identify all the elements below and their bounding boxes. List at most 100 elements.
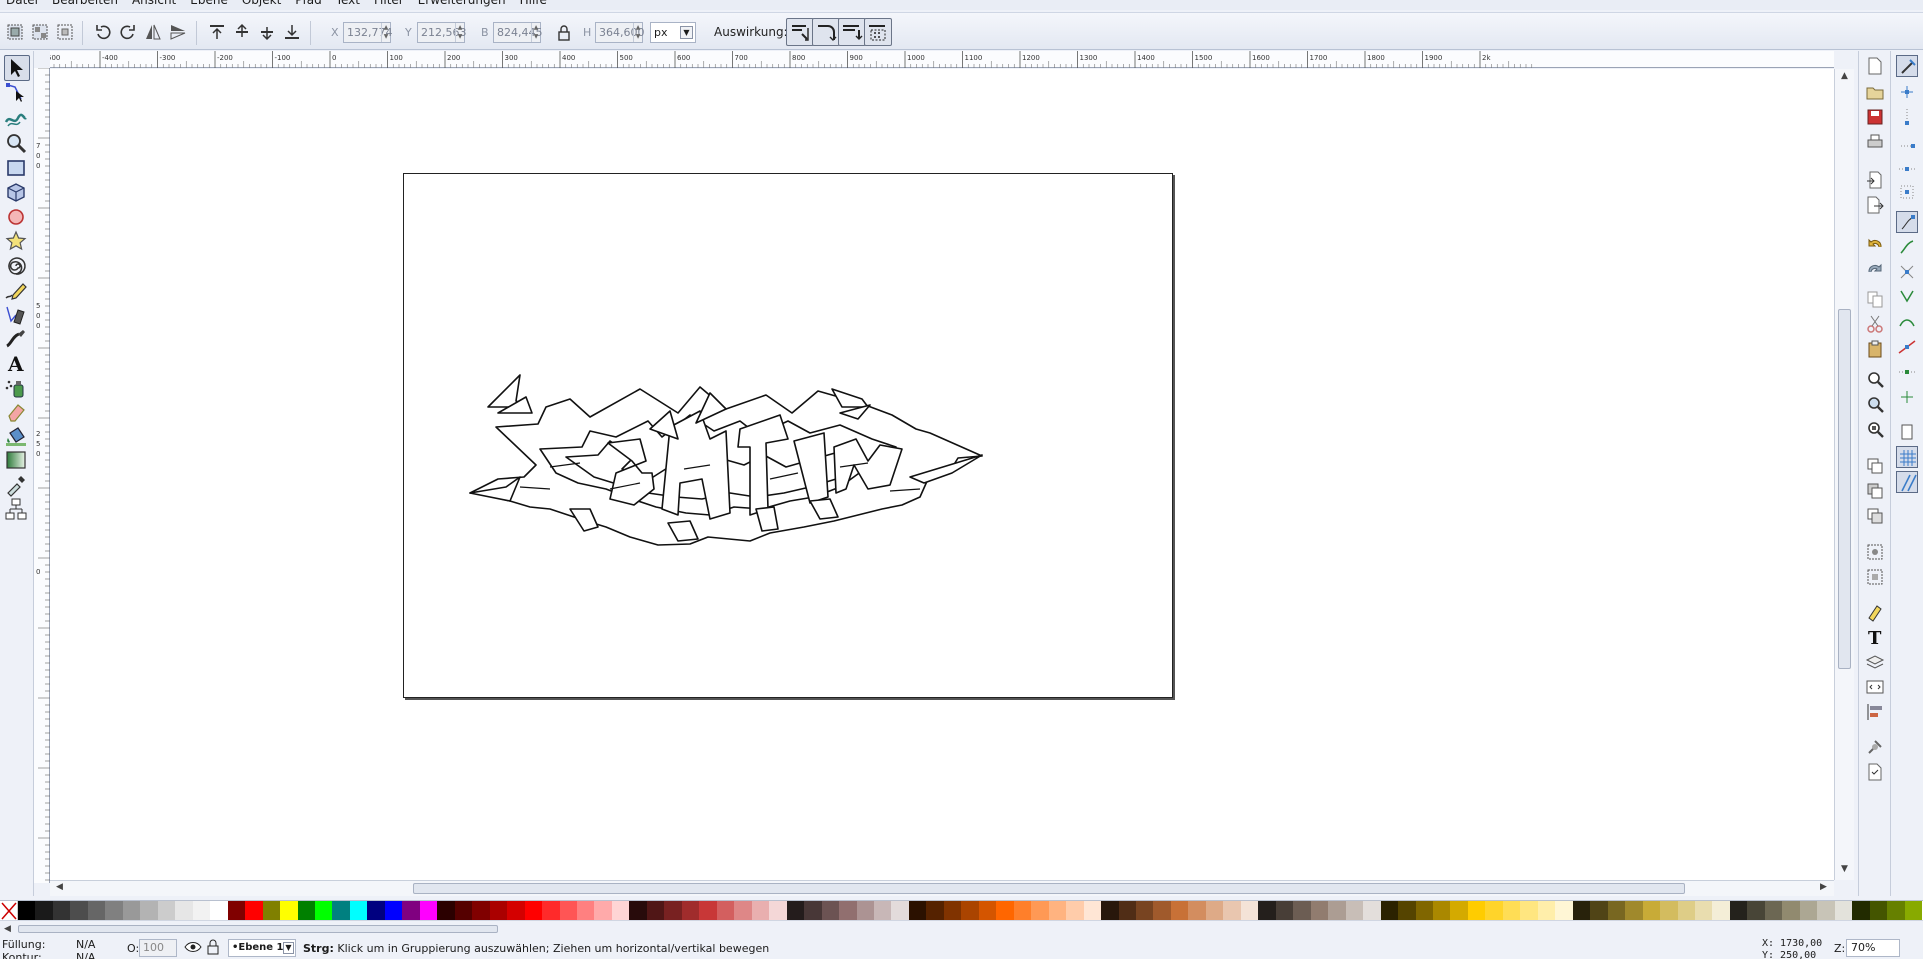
clone-icon[interactable] bbox=[1864, 480, 1886, 502]
palette-swatch[interactable] bbox=[332, 901, 350, 921]
palette-swatch[interactable] bbox=[1607, 901, 1626, 921]
palette-swatch[interactable] bbox=[1013, 901, 1032, 921]
y-stepper[interactable]: ▲ ▼ bbox=[455, 23, 464, 42]
palette-swatch[interactable] bbox=[908, 901, 927, 921]
palette-swatch[interactable] bbox=[1223, 901, 1241, 921]
zoom-drawing-icon[interactable] bbox=[1864, 393, 1886, 415]
rect-tool-icon[interactable] bbox=[4, 156, 30, 182]
scroll-down-icon[interactable]: ▼ bbox=[1841, 864, 1848, 874]
palette-scroll-left-icon[interactable]: ◀ bbox=[4, 924, 11, 934]
flip-horizontal-icon[interactable] bbox=[142, 21, 164, 43]
palette-swatch[interactable] bbox=[87, 901, 106, 921]
layer-lock-icon[interactable] bbox=[206, 939, 220, 958]
palette-swatch[interactable] bbox=[227, 901, 246, 921]
connector-tool-icon[interactable] bbox=[4, 497, 30, 523]
snap-bbox-edge-icon[interactable] bbox=[1896, 106, 1918, 128]
menu-pfad[interactable]: Pfad bbox=[295, 0, 321, 10]
eraser-tool-icon[interactable] bbox=[4, 400, 30, 426]
palette-swatch[interactable] bbox=[1817, 901, 1835, 921]
unit-select[interactable]: px ▼ bbox=[650, 22, 696, 43]
palette-swatch[interactable] bbox=[978, 901, 997, 921]
palette-swatch[interactable] bbox=[1328, 901, 1346, 921]
undo-icon[interactable] bbox=[1864, 232, 1886, 254]
lower-icon[interactable] bbox=[256, 21, 278, 43]
palette-swatch[interactable] bbox=[961, 901, 979, 921]
palette-swatch[interactable] bbox=[52, 901, 71, 921]
snap-nodes-icon[interactable] bbox=[1896, 211, 1918, 233]
palette-swatch[interactable] bbox=[1118, 901, 1136, 921]
palette-swatch[interactable] bbox=[419, 901, 438, 921]
palette-swatch[interactable] bbox=[1345, 901, 1364, 921]
raise-icon[interactable] bbox=[231, 21, 253, 43]
zoom-page-icon[interactable] bbox=[1864, 418, 1886, 440]
ellipse-tool-icon[interactable] bbox=[4, 205, 30, 231]
import-icon[interactable] bbox=[1864, 169, 1886, 191]
menu-text[interactable]: Text bbox=[336, 0, 360, 10]
palette-swatch[interactable] bbox=[542, 901, 560, 921]
palette-swatch[interactable] bbox=[454, 901, 473, 921]
menu-bearbeiten[interactable]: Bearbeiten bbox=[52, 0, 118, 10]
xml-editor-icon[interactable] bbox=[1864, 676, 1886, 698]
palette-swatch[interactable] bbox=[1869, 901, 1888, 921]
spray-tool-icon[interactable] bbox=[4, 376, 30, 402]
vertical-scrollbar[interactable]: ▲ ▼ bbox=[1834, 69, 1854, 880]
palette-swatch[interactable] bbox=[280, 901, 298, 921]
palette-swatch[interactable] bbox=[1660, 901, 1678, 921]
export-icon[interactable] bbox=[1864, 194, 1886, 216]
palette-swatch[interactable] bbox=[18, 901, 36, 921]
palette-swatch[interactable] bbox=[1712, 901, 1730, 921]
palette-swatch[interactable] bbox=[122, 901, 141, 921]
snap-rotation-center-icon[interactable] bbox=[1896, 386, 1918, 408]
palette-swatch[interactable] bbox=[856, 901, 874, 921]
unlink-clone-icon[interactable] bbox=[1864, 505, 1886, 527]
snap-midpoint-icon[interactable] bbox=[1896, 336, 1918, 358]
new-document-icon[interactable] bbox=[1864, 55, 1886, 77]
scroll-up-icon[interactable]: ▲ bbox=[1841, 71, 1848, 81]
tweak-tool-icon[interactable] bbox=[4, 106, 30, 132]
snap-enable-icon[interactable] bbox=[1896, 55, 1918, 77]
palette-swatch[interactable] bbox=[577, 901, 595, 921]
palette-swatch[interactable] bbox=[664, 901, 682, 921]
fill-stroke-icon[interactable] bbox=[1864, 601, 1886, 623]
palette-swatch[interactable] bbox=[681, 901, 700, 921]
copy-icon[interactable] bbox=[1864, 288, 1886, 310]
pen-tool-icon[interactable] bbox=[4, 302, 30, 328]
menu-hilfe[interactable]: Hilfe bbox=[520, 0, 547, 10]
palette-swatch[interactable] bbox=[507, 901, 525, 921]
drawing-canvas[interactable] bbox=[50, 69, 1834, 880]
text-tool-icon[interactable]: A bbox=[4, 351, 30, 377]
palette-swatch[interactable] bbox=[1240, 901, 1259, 921]
palette-swatch[interactable] bbox=[489, 901, 508, 921]
horizontal-ruler[interactable]: -500 -400 -300 -200 -100 0 100 200 300 400 500 600 7… bbox=[42, 51, 1834, 68]
palette-swatch[interactable] bbox=[1834, 901, 1853, 921]
palette-scrollbar[interactable]: ◀ bbox=[0, 920, 1923, 937]
palette-swatch[interactable] bbox=[1555, 901, 1573, 921]
node-tool-icon[interactable] bbox=[4, 81, 30, 107]
palette-swatch[interactable] bbox=[1310, 901, 1329, 921]
snap-grid-icon[interactable] bbox=[1896, 446, 1918, 468]
scroll-right-icon[interactable]: ▶ bbox=[1820, 882, 1827, 892]
layers-icon[interactable] bbox=[1864, 651, 1886, 673]
opacity-input[interactable]: 100 bbox=[139, 939, 177, 957]
select-all-layers-button[interactable] bbox=[29, 21, 51, 43]
3dbox-tool-icon[interactable] bbox=[4, 180, 30, 206]
palette-swatch[interactable] bbox=[1083, 901, 1102, 921]
palette-swatch[interactable] bbox=[1904, 901, 1923, 921]
lower-to-bottom-icon[interactable] bbox=[281, 21, 303, 43]
palette-swatch[interactable] bbox=[716, 901, 735, 921]
calligraphy-tool-icon[interactable] bbox=[4, 327, 30, 353]
lock-icon[interactable] bbox=[553, 22, 575, 44]
palette-swatch[interactable] bbox=[769, 901, 787, 921]
palette-swatch[interactable] bbox=[1066, 901, 1084, 921]
flip-vertical-icon[interactable] bbox=[167, 21, 189, 43]
palette-swatch[interactable] bbox=[1695, 901, 1713, 921]
palette-swatch[interactable] bbox=[786, 901, 805, 921]
palette-swatch[interactable] bbox=[611, 901, 630, 921]
palette-swatch[interactable] bbox=[1380, 901, 1399, 921]
zoom-input[interactable]: 70% bbox=[1846, 939, 1900, 957]
deselect-button[interactable] bbox=[54, 21, 76, 43]
redo-icon[interactable] bbox=[1864, 257, 1886, 279]
snap-paths-icon[interactable] bbox=[1896, 236, 1918, 258]
palette-swatch[interactable] bbox=[1153, 901, 1171, 921]
vertical-scroll-thumb[interactable] bbox=[1838, 309, 1851, 669]
